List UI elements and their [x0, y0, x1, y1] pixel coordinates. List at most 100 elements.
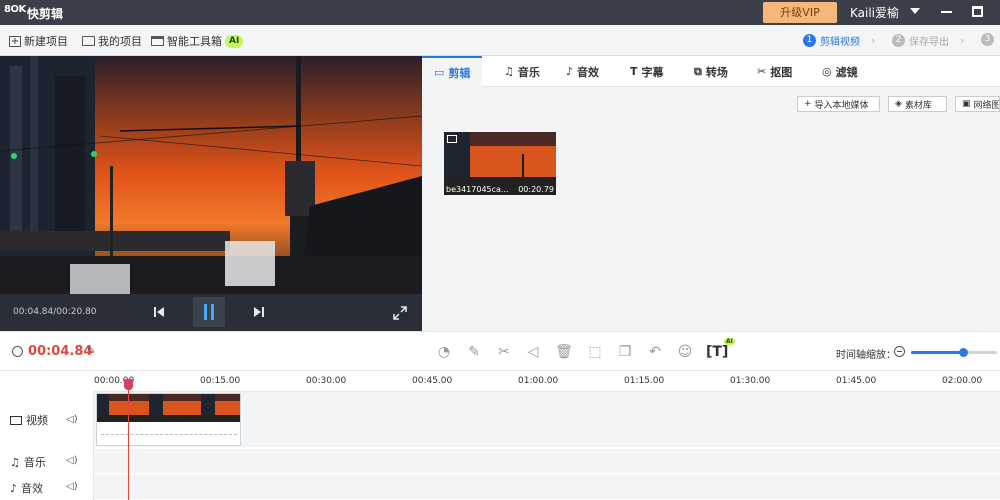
step-edit-video[interactable]: 1 剪辑视频 — [803, 33, 860, 48]
tab-sound-effects[interactable]: ♪ 音效 — [554, 56, 611, 87]
ai-badge: AI — [225, 34, 244, 48]
edit-toolbar: 00:04.84 ✎ ◔ ✎ ✂ ◁ 🗑 ⬚ ❐ ↶ ☺ [T] AI 时间轴缩… — [0, 331, 1000, 371]
tab-subtitles[interactable]: T 字幕 — [618, 56, 676, 87]
volume-icon[interactable]: ◁ — [524, 343, 542, 361]
pause-button[interactable] — [193, 297, 225, 327]
track-headers: 视频 ◁) ♫ 音乐 ◁) ♪ 音效 ◁) — [0, 392, 94, 500]
minimize-icon[interactable] — [941, 11, 952, 13]
speed-icon[interactable]: ◔ — [435, 343, 453, 361]
user-name[interactable]: Kaili爱榆 — [850, 4, 899, 21]
track-name: 音乐 — [23, 456, 46, 469]
title-bar: 8OK 快剪辑 升级VIP Kaili爱榆 — [0, 0, 1000, 25]
tab-filters[interactable]: ◎ 滤镜 — [810, 56, 870, 87]
zoom-slider[interactable] — [911, 348, 997, 357]
previous-frame-icon[interactable] — [153, 306, 165, 318]
track-label-sound: ♪ 音效 — [10, 480, 43, 496]
music-icon: ♫ — [504, 65, 514, 78]
tab-music[interactable]: ♫ 音乐 — [492, 56, 552, 87]
upgrade-vip-button[interactable]: 升级VIP — [763, 2, 837, 23]
playhead-handle[interactable] — [124, 379, 133, 390]
media-name: be3417045ca... — [446, 185, 509, 194]
step-save-export[interactable]: 2 保存导出 — [892, 33, 949, 48]
my-projects-label: 我的项目 — [98, 35, 142, 48]
video-track[interactable] — [94, 392, 1000, 448]
playback-controls: 00:04.84/00:20.80 — [0, 294, 422, 331]
step-three[interactable]: 3 — [981, 33, 994, 46]
image-icon: ▣ — [962, 99, 971, 109]
delete-icon[interactable]: 🗑 — [555, 343, 573, 361]
tab-cutout[interactable]: ✂ 抠图 — [745, 56, 804, 87]
undo-icon[interactable]: ↶ — [646, 343, 664, 361]
smart-toolbox-label: 智能工具箱 — [167, 35, 222, 48]
time-ruler[interactable]: 00:00.00 00:15.00 00:30.00 00:45.00 01:0… — [94, 371, 1000, 392]
timecode: 00:04.84/00:20.80 — [13, 307, 97, 317]
clip-audio-line — [101, 434, 237, 435]
smart-toolbox-button[interactable]: 智能工具箱 AI — [151, 33, 244, 49]
ruler-tick: 01:30.00 — [730, 376, 771, 386]
maximize-icon[interactable] — [972, 6, 983, 17]
sticker-icon[interactable]: ☺ — [676, 343, 694, 361]
crop-icon[interactable]: ⬚ — [586, 343, 604, 361]
feature-tabs: ▭ 剪辑 ♫ 音乐 ♪ 音效 T 字幕 ⧉ 转场 ✂ 抠图 ◎ 滤镜 — [422, 56, 1000, 87]
my-projects-button[interactable]: 我的项目 — [82, 33, 142, 49]
app-logo: 8OK — [4, 4, 26, 15]
plus-icon: + — [804, 99, 812, 109]
zoom-slider-fill — [911, 351, 963, 354]
video-clip[interactable] — [96, 393, 241, 446]
tab-edit[interactable]: ▭ 剪辑 — [422, 56, 483, 87]
track-area — [94, 392, 1000, 500]
sound-track-icon: ♪ — [10, 481, 18, 495]
copy-icon[interactable]: ❐ — [616, 343, 634, 361]
ruler-tick: 01:00.00 — [518, 376, 559, 386]
import-local-media-button[interactable]: + 导入本地媒体 — [797, 96, 880, 112]
clip-filmstrip — [97, 394, 240, 422]
tab-label: 字幕 — [641, 65, 664, 79]
step-number: 2 — [892, 34, 905, 47]
fullscreen-icon[interactable] — [393, 306, 407, 320]
playhead-line[interactable] — [128, 380, 129, 500]
pencil-icon[interactable]: ✎ — [465, 343, 483, 361]
timeline: 00:00.00 00:15.00 00:30.00 00:45.00 01:0… — [0, 371, 1000, 500]
track-volume-icon[interactable]: ◁) — [66, 414, 78, 425]
media-item[interactable]: be3417045ca... 00:20.79 — [444, 132, 556, 195]
material-lib-label: 素材库 — [904, 100, 932, 111]
zoom-label: 时间轴缩放： — [836, 350, 896, 361]
sound-track[interactable] — [94, 475, 1000, 500]
material-library-button[interactable]: ◈ 素材库 — [888, 96, 947, 112]
step-number: 3 — [981, 33, 994, 46]
user-menu-caret-icon[interactable] — [910, 8, 920, 14]
music-track[interactable] — [94, 449, 1000, 474]
zoom-out-icon[interactable] — [894, 346, 905, 357]
ruler-tick: 01:45.00 — [836, 376, 877, 386]
web-image-button[interactable]: ▣ 网络图 — [955, 96, 1000, 112]
track-volume-icon[interactable]: ◁) — [66, 455, 78, 466]
next-frame-icon[interactable] — [253, 306, 265, 318]
video-frame[interactable] — [0, 56, 422, 294]
ai-text-icon[interactable]: [T] — [706, 343, 728, 361]
new-project-label: 新建项目 — [24, 35, 68, 48]
track-volume-icon[interactable]: ◁) — [66, 481, 78, 492]
step-label: 保存导出 — [909, 37, 949, 48]
edit-time-icon[interactable]: ✎ — [87, 346, 95, 357]
zoom-slider-handle[interactable] — [958, 348, 968, 357]
media-panel: ▭ 剪辑 ♫ 音乐 ♪ 音效 T 字幕 ⧉ 转场 ✂ 抠图 ◎ 滤镜 + 导入本… — [422, 56, 1000, 331]
music-track-icon: ♫ — [10, 455, 20, 469]
tab-label: 音乐 — [517, 65, 540, 79]
folder-icon — [82, 36, 95, 46]
step-label: 剪辑视频 — [820, 37, 860, 48]
text-icon: T — [630, 65, 638, 78]
filter-icon: ◎ — [822, 65, 832, 78]
video-preview-panel: 00:04.84/00:20.80 — [0, 56, 422, 331]
scissors-icon[interactable]: ✂ — [495, 343, 513, 361]
clock-icon — [12, 346, 23, 357]
app-title: 快剪辑 — [27, 7, 64, 21]
ruler-tick: 01:15.00 — [624, 376, 665, 386]
tab-label: 剪辑 — [448, 66, 471, 80]
tab-label: 滤镜 — [835, 65, 858, 79]
ruler-tick: 00:45.00 — [412, 376, 453, 386]
web-image-label: 网络图 — [973, 100, 1000, 111]
ruler-tick: 00:30.00 — [306, 376, 347, 386]
video-icon: ▭ — [434, 66, 445, 79]
new-project-button[interactable]: + 新建项目 — [9, 33, 68, 49]
tab-transitions[interactable]: ⧉ 转场 — [682, 56, 740, 87]
